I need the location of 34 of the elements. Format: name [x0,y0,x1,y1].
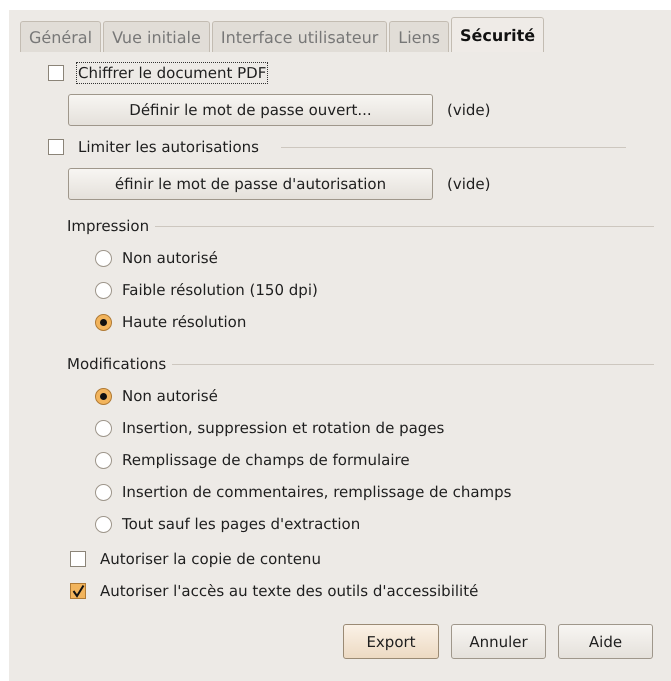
checkbox-label[interactable]: Limiter les autorisations [76,136,261,158]
password-button[interactable]: Définir le mot de passe ouvert... [68,94,433,126]
radio-label[interactable]: Remplissage de champs de formulaire [122,451,410,469]
checkbox[interactable] [70,583,86,599]
checkbox-label[interactable]: Chiffrer le document PDF [76,62,268,84]
radio-button[interactable] [95,484,112,500]
radio-button[interactable] [95,314,112,330]
radio-label[interactable]: Faible résolution (150 dpi) [122,281,318,299]
radio-label[interactable]: Tout sauf les pages d'extraction [122,515,360,533]
radio-button[interactable] [95,388,112,404]
group-heading: Modifications [67,355,166,373]
password-status: (vide) [447,175,490,193]
checkbox[interactable] [70,551,86,567]
checkbox-label[interactable]: Autoriser la copie de contenu [98,548,323,570]
checkbox-label[interactable]: Autoriser l'accès au texte des outils d'accessibilité [98,580,480,602]
tab[interactable]: Sécurité [450,17,544,52]
checkbox[interactable] [48,65,64,81]
group-heading: Impression [67,217,150,235]
radio-label[interactable]: Non autorisé [122,387,218,405]
radio-label[interactable]: Insertion, suppression et rotation de pages [122,419,444,437]
dialog-button[interactable]: Aide [558,624,653,659]
radio-label[interactable]: Haute résolution [122,313,246,331]
checkbox[interactable] [48,139,64,155]
radio-label[interactable]: Non autorisé [122,249,218,267]
radio-button[interactable] [95,516,112,532]
radio-button[interactable] [95,250,112,266]
dialog-button[interactable]: Annuler [451,624,546,659]
radio-label[interactable]: Insertion de commentaires, remplissage de champs [122,483,512,501]
password-button[interactable]: éfinir le mot de passe d'autorisation [68,168,433,200]
radio-button[interactable] [95,452,112,468]
dialog-button[interactable]: Export [343,624,439,659]
password-status: (vide) [447,101,490,119]
radio-button[interactable] [95,420,112,436]
radio-button[interactable] [95,282,112,298]
